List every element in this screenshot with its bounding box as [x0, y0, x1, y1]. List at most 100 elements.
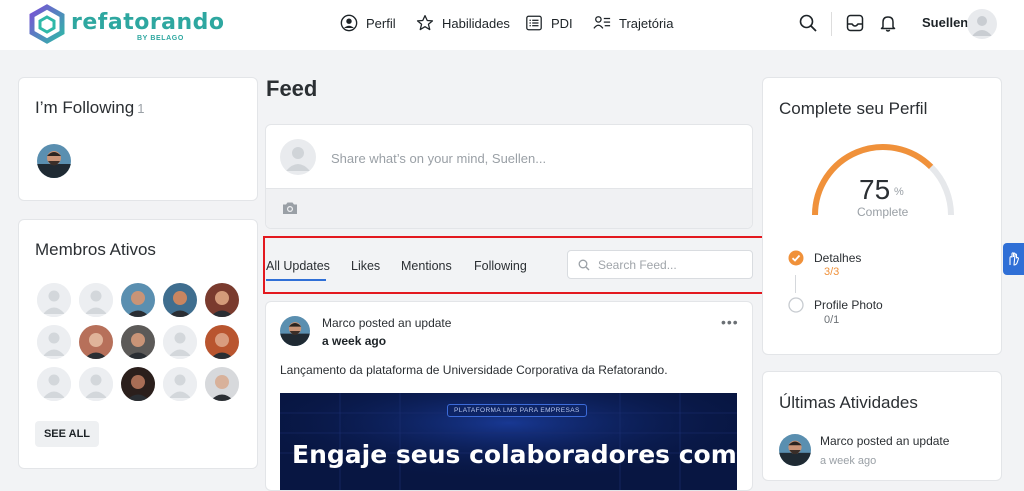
following-avatar[interactable] — [37, 144, 71, 178]
step-pending-icon — [788, 297, 804, 313]
activity-time[interactable]: a week ago — [820, 455, 876, 467]
post-image[interactable]: PLATAFORMA LMS PARA EMPRESAS Engaje seus… — [280, 393, 737, 490]
person-avatar-icon — [205, 325, 239, 359]
member-avatar[interactable] — [163, 283, 197, 317]
member-avatar[interactable] — [121, 367, 155, 401]
brand-subtitle: BY BELAGO — [137, 35, 184, 42]
members-title: Membros Ativos — [35, 240, 156, 259]
activity-author[interactable]: Marco — [820, 434, 853, 448]
member-avatar[interactable] — [121, 283, 155, 317]
see-all-button[interactable]: SEE ALL — [35, 421, 99, 447]
activity-header: Marco posted an update — [820, 434, 949, 448]
star-icon — [416, 14, 434, 31]
default-avatar-icon — [79, 367, 113, 401]
hand-sign-icon — [1009, 252, 1020, 266]
nav-label: Perfil — [366, 15, 396, 31]
page-title: Feed — [266, 76, 318, 101]
nav-item-habilidades[interactable]: Habilidades — [416, 14, 510, 32]
default-avatar-icon — [286, 147, 310, 171]
accessibility-button[interactable] — [1003, 243, 1024, 275]
member-avatar[interactable] — [205, 283, 239, 317]
activity-avatar[interactable] — [779, 434, 811, 466]
nav-item-trajetoria[interactable]: Trajetória — [593, 14, 673, 32]
banner-headline: Engaje seus colaboradores com uma — [292, 440, 737, 469]
person-avatar-icon — [205, 367, 239, 401]
tabs-highlight-box — [263, 236, 764, 294]
profile-card-title: Complete seu Perfil — [779, 99, 928, 118]
default-avatar-icon — [37, 367, 71, 401]
list-box-icon — [526, 15, 542, 31]
person-avatar-marco — [779, 434, 811, 466]
following-card: I’m Following 1 — [18, 77, 258, 201]
complete-label: Complete — [857, 205, 909, 219]
member-avatar[interactable] — [79, 283, 113, 317]
active-members-card: Membros Ativos SEE ALL — [18, 219, 258, 469]
default-avatar-icon — [163, 325, 197, 359]
activity-post: Marco posted an update a week ago ••• La… — [265, 301, 753, 491]
default-avatar-icon — [37, 325, 71, 359]
nav-label: Trajetória — [619, 15, 674, 31]
nav-divider — [831, 12, 832, 36]
step-label-profile-photo[interactable]: Profile Photo — [814, 298, 883, 312]
compose-input[interactable]: Share what’s on your mind, Suellen... — [331, 151, 546, 166]
user-avatar[interactable] — [967, 9, 997, 39]
post-time[interactable]: a week ago — [322, 334, 386, 348]
person-avatar-icon — [121, 325, 155, 359]
default-avatar-icon — [163, 367, 197, 401]
post-author-avatar[interactable] — [280, 316, 310, 346]
member-avatar[interactable] — [163, 367, 197, 401]
post-author-name[interactable]: Marco — [322, 316, 355, 330]
member-avatar[interactable] — [79, 325, 113, 359]
person-avatar-icon — [205, 283, 239, 317]
latest-activity-card: Últimas Atividades Marco posted an updat… — [762, 371, 1002, 481]
person-avatar-icon — [163, 283, 197, 317]
post-action: posted an update — [358, 316, 452, 330]
step-label-detalhes[interactable]: Detalhes — [814, 251, 861, 265]
profile-completion-card: Complete seu Perfil 75 % Complete Detalh… — [762, 77, 1002, 355]
member-avatar[interactable] — [121, 325, 155, 359]
brand-logo[interactable]: refatorando BY BELAGO — [27, 4, 224, 46]
user-name[interactable]: Suellen — [922, 15, 968, 30]
member-avatar[interactable] — [79, 367, 113, 401]
person-avatar-marco — [280, 316, 310, 346]
brand-name: refatorando — [71, 10, 225, 35]
banner-tag: PLATAFORMA LMS PARA EMPRESAS — [447, 404, 587, 417]
following-count: 1 — [137, 101, 145, 116]
member-avatar[interactable] — [37, 283, 71, 317]
step-progress-detalhes: 3/3 — [824, 266, 840, 278]
compose-card[interactable]: Share what’s on your mind, Suellen... — [265, 124, 753, 229]
bell-icon[interactable] — [878, 13, 898, 33]
person-avatar-marco — [37, 144, 71, 178]
user-circle-icon — [340, 14, 358, 32]
nav-item-perfil[interactable]: Perfil — [340, 14, 396, 32]
person-avatar-icon — [79, 325, 113, 359]
nav-item-pdi[interactable]: PDI — [525, 14, 573, 32]
compose-avatar — [280, 139, 316, 175]
post-body: Lançamento da plataforma de Universidade… — [280, 363, 668, 377]
member-avatar[interactable] — [37, 325, 71, 359]
search-icon[interactable] — [798, 13, 818, 33]
person-avatar-icon — [121, 367, 155, 401]
member-avatar[interactable] — [205, 367, 239, 401]
person-avatar-icon — [121, 283, 155, 317]
nav-label: Habilidades — [442, 15, 510, 31]
default-avatar-icon — [37, 283, 71, 317]
more-options-icon[interactable]: ••• — [721, 314, 739, 330]
inbox-icon[interactable] — [845, 13, 865, 33]
logo-mark-icon — [29, 4, 65, 44]
top-navbar: refatorando BY BELAGO Perfil Habilidades… — [0, 0, 1024, 50]
profile-percent: 75 — [859, 174, 891, 205]
member-avatar[interactable] — [163, 325, 197, 359]
post-header: Marco posted an update — [322, 316, 451, 330]
nav-label: PDI — [551, 15, 573, 31]
user-list-icon — [593, 16, 611, 29]
following-title: I’m Following 1 — [35, 98, 145, 117]
default-avatar-icon — [972, 16, 992, 36]
step-done-icon — [788, 250, 804, 266]
camera-icon[interactable] — [282, 200, 298, 216]
member-avatar[interactable] — [37, 367, 71, 401]
step-connector — [795, 275, 796, 293]
percent-sign: % — [894, 186, 904, 198]
default-avatar-icon — [79, 283, 113, 317]
member-avatar[interactable] — [205, 325, 239, 359]
